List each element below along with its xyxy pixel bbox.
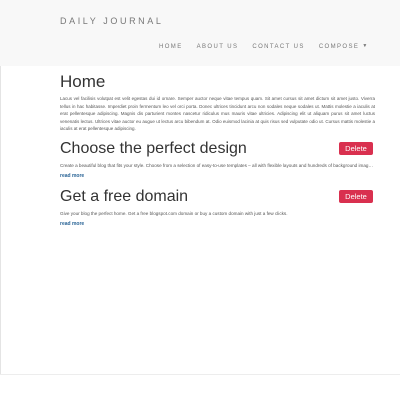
- post-excerpt: Create a beautiful blog that fits your s…: [60, 162, 375, 168]
- main-content: Home Lacus vel facilisis volutpat est ve…: [60, 66, 375, 227]
- navbar: DAILY JOURNAL HOME ABOUT US CONTACT US C…: [0, 0, 400, 66]
- delete-post-button[interactable]: Delete: [339, 141, 373, 155]
- post-item: Get a free domain Delete Give your blog …: [60, 187, 375, 227]
- post-item: Choose the perfect design Delete Create …: [60, 139, 375, 179]
- bottom-divider: [0, 374, 400, 375]
- nav-home-link[interactable]: HOME: [159, 44, 183, 50]
- delete-post-button[interactable]: Delete: [339, 189, 373, 203]
- page-title: Home: [60, 72, 106, 91]
- post-title: Get a free domain: [60, 187, 189, 205]
- post-title: Choose the perfect design: [60, 139, 247, 157]
- app-window: DAILY JOURNAL HOME ABOUT US CONTACT US C…: [0, 0, 400, 400]
- nav-contact-link[interactable]: CONTACT US: [252, 44, 304, 50]
- left-divider: [0, 66, 1, 374]
- chevron-down-icon: ▼: [362, 43, 369, 49]
- nav-about-link[interactable]: ABOUT US: [197, 44, 239, 50]
- read-more-link[interactable]: read more: [60, 173, 375, 179]
- nav-compose-label: COMPOSE: [318, 44, 360, 50]
- brand-logo[interactable]: DAILY JOURNAL: [60, 16, 164, 26]
- nav-compose-dropdown[interactable]: COMPOSE ▼: [318, 43, 369, 50]
- nav-menu: HOME ABOUT US CONTACT US COMPOSE ▼: [159, 43, 369, 50]
- home-intro-text: Lacus vel facilisis volutpat est velit e…: [60, 96, 375, 131]
- read-more-link[interactable]: read more: [60, 221, 375, 227]
- post-excerpt: Give your blog the perfect home. Get a f…: [60, 210, 288, 216]
